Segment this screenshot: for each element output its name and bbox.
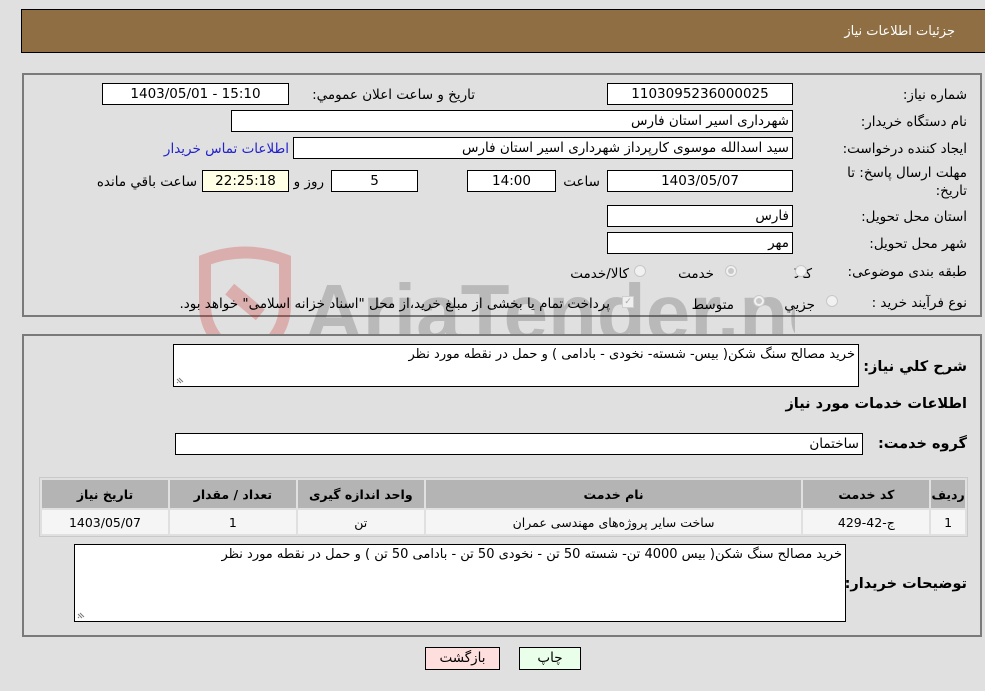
process-option-medium-radio[interactable] bbox=[753, 295, 765, 307]
deadline-time-label: ساعت bbox=[563, 174, 600, 190]
cell-unit: تن bbox=[297, 510, 424, 534]
col-header-date: تاریخ نیاز bbox=[42, 480, 168, 508]
buyer-org-field: شهرداری اسیر استان فارس bbox=[231, 110, 793, 132]
process-option-medium-label: متوسط bbox=[691, 297, 734, 313]
buyer-notes-label: توضیحات خریدار: bbox=[844, 576, 967, 592]
province-label: استان محل تحویل: bbox=[861, 209, 967, 225]
page-title: جزئیات اطلاعات نیاز bbox=[844, 24, 955, 39]
col-header-row: ردیف bbox=[931, 480, 965, 508]
resize-grip-icon[interactable] bbox=[176, 376, 184, 384]
cell-row-number: 1 bbox=[931, 510, 965, 534]
treasury-note: پرداخت تمام یا بخشی از مبلغ خرید،از محل … bbox=[179, 296, 610, 312]
category-option-both-radio[interactable] bbox=[634, 265, 646, 277]
service-group-field: ساختمان bbox=[175, 433, 863, 455]
services-table: ردیف کد خدمت نام خدمت واحد اندازه گیری ت… bbox=[39, 477, 968, 537]
category-option-service-radio[interactable] bbox=[725, 265, 737, 277]
province-field: فارس bbox=[607, 205, 793, 227]
need-number-field: 1103095236000025 bbox=[607, 83, 793, 105]
cell-need-date: 1403/05/07 bbox=[42, 510, 168, 534]
city-field: مهر bbox=[607, 232, 793, 254]
print-button[interactable]: چاپ bbox=[519, 647, 581, 670]
col-header-unit: واحد اندازه گیری bbox=[297, 480, 424, 508]
days-label: روز و bbox=[293, 174, 324, 190]
buyer-org-label: نام دستگاه خریدار: bbox=[860, 114, 967, 130]
buyer-contact-link[interactable]: اطلاعات تماس خریدار bbox=[164, 141, 289, 157]
cell-service-code: ج-42-429 bbox=[803, 510, 930, 534]
summary-textarea[interactable]: خرید مصالح سنگ شکن( بیس- شسته- نخودی - ب… bbox=[173, 344, 859, 387]
need-number-label: شماره نیاز: bbox=[902, 87, 967, 103]
category-option-goods-radio[interactable] bbox=[795, 265, 807, 277]
cell-service-name: ساخت سایر پروژه‌های مهندسی عمران bbox=[425, 510, 802, 534]
deadline-time-field: 14:00 bbox=[467, 170, 556, 192]
announce-date-label: تاریخ و ساعت اعلان عمومي: bbox=[312, 87, 475, 103]
creator-label: ایجاد کننده درخواست: bbox=[842, 141, 967, 157]
services-table-header: ردیف کد خدمت نام خدمت واحد اندازه گیری ت… bbox=[42, 480, 965, 508]
remaining-time-field: 22:25:18 bbox=[202, 170, 289, 192]
summary-text: خرید مصالح سنگ شکن( بیس- شسته- نخودی - ب… bbox=[408, 347, 855, 362]
creator-field: سید اسدالله موسوی کارپرداز شهرداری اسیر … bbox=[293, 137, 793, 159]
category-option-service-label: خدمت bbox=[678, 266, 714, 282]
days-remaining-field: 5 bbox=[331, 170, 418, 192]
summary-label: شرح کلي نیاز: bbox=[863, 359, 967, 375]
process-option-small-radio[interactable] bbox=[826, 295, 838, 307]
col-header-quantity: تعداد / مقدار bbox=[169, 480, 296, 508]
page-header: جزئیات اطلاعات نیاز bbox=[21, 9, 985, 53]
treasury-checkbox[interactable]: ✓ bbox=[622, 296, 634, 308]
deadline-label-date: تاریخ: bbox=[935, 183, 967, 199]
col-header-name: نام خدمت bbox=[425, 480, 802, 508]
process-option-small-label: جزيي bbox=[784, 297, 815, 313]
table-row: 1 ج-42-429 ساخت سایر پروژه‌های مهندسی عم… bbox=[42, 510, 965, 534]
category-label: طبقه بندی موضوعی: bbox=[847, 264, 967, 280]
deadline-label: مهلت ارسال پاسخ: تا bbox=[847, 165, 967, 181]
city-label: شهر محل تحویل: bbox=[869, 236, 967, 252]
service-group-label: گروه خدمت: bbox=[877, 436, 967, 452]
col-header-code: کد خدمت bbox=[803, 480, 930, 508]
category-option-both-label: کالا/خدمت bbox=[570, 266, 629, 282]
resize-grip-icon[interactable] bbox=[77, 611, 85, 619]
buyer-notes-textarea[interactable]: خرید مصالح سنگ شکن( بیس 4000 تن- شسته 50… bbox=[74, 544, 846, 622]
buyer-notes-text: خرید مصالح سنگ شکن( بیس 4000 تن- شسته 50… bbox=[221, 547, 842, 562]
services-heading: اطلاعات خدمات مورد نیاز bbox=[785, 396, 967, 412]
cell-quantity: 1 bbox=[169, 510, 296, 534]
back-button[interactable]: بازگشت bbox=[425, 647, 500, 670]
deadline-date-field: 1403/05/07 bbox=[607, 170, 793, 192]
remaining-time-label: ساعت باقي مانده bbox=[96, 174, 197, 190]
announce-date-field: 1403/05/01 - 15:10 bbox=[102, 83, 289, 105]
purchase-process-label: نوع فرآیند خرید : bbox=[871, 295, 967, 311]
